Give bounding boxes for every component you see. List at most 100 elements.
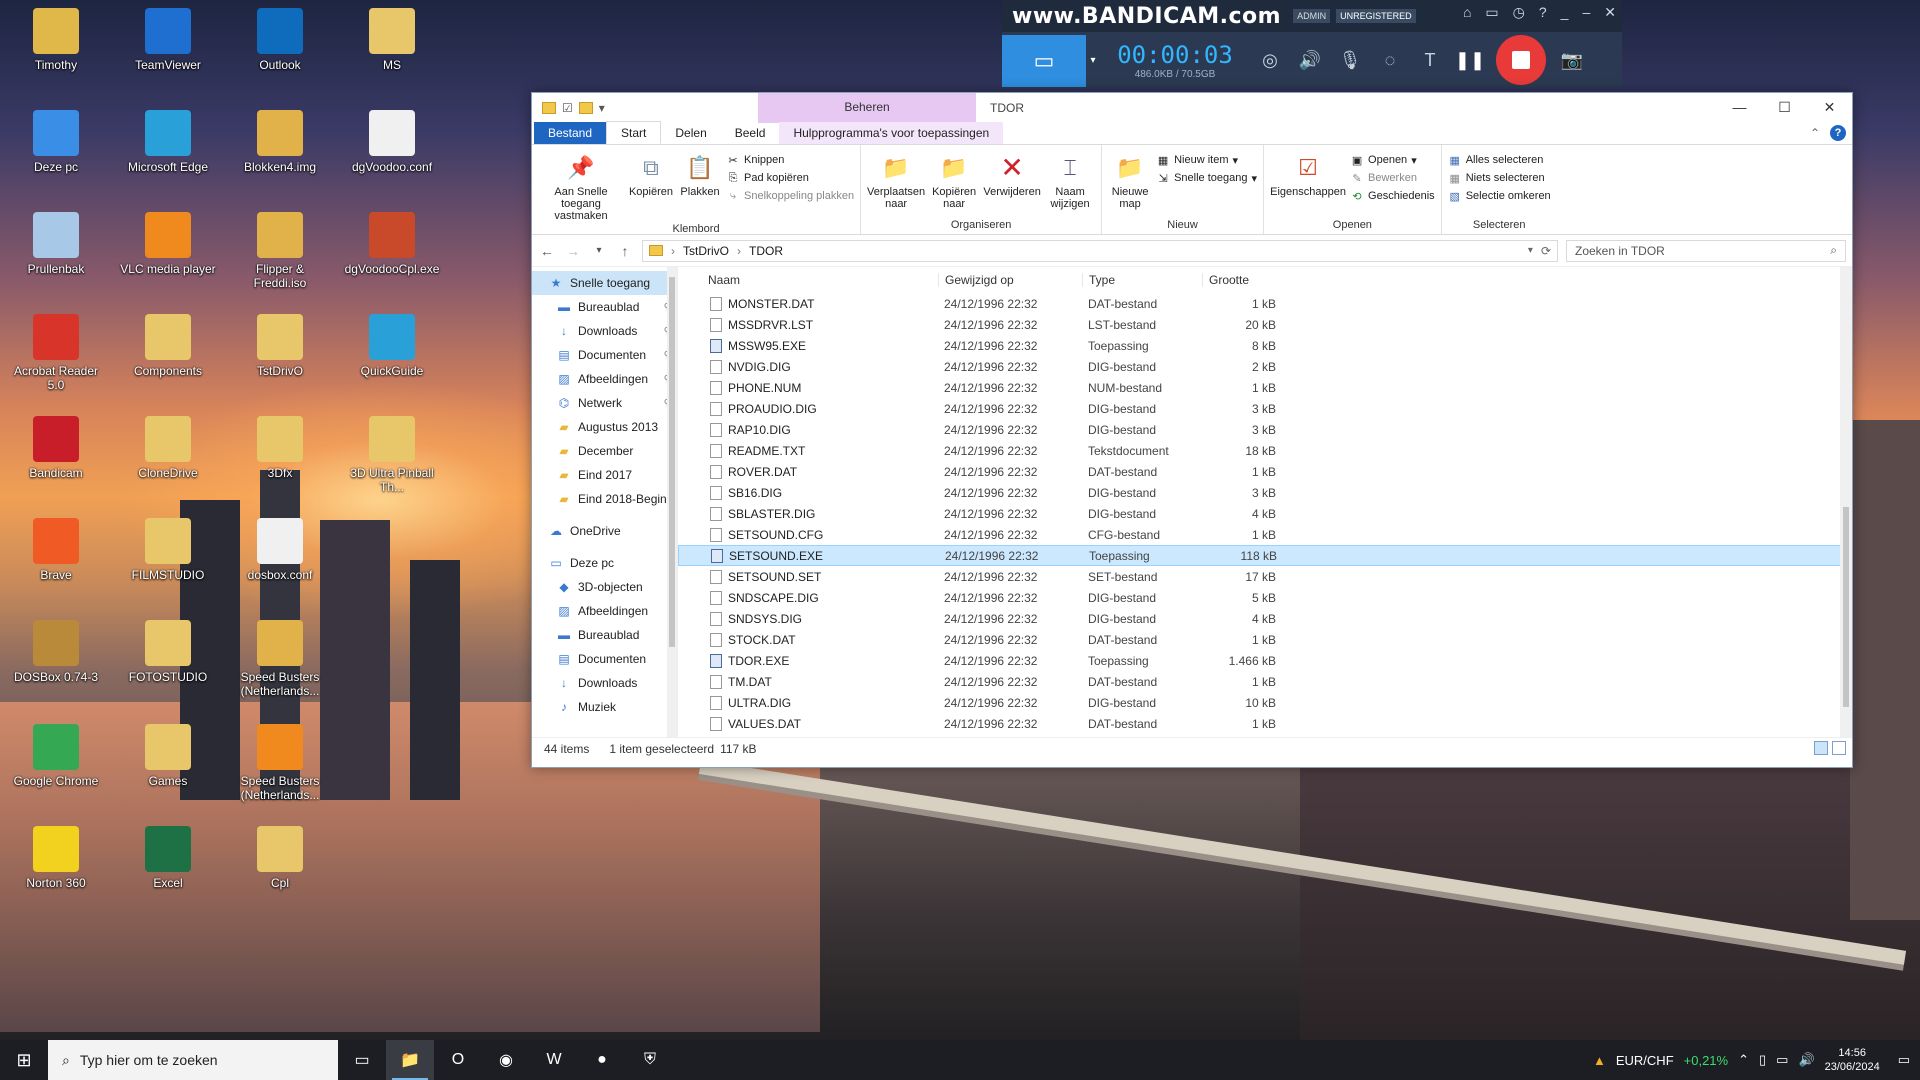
file-row[interactable]: VALUES.DAT 24/12/1996 22:32 DAT-bestand 1 k… [678,713,1852,734]
desktop-shortcut[interactable]: Games [118,724,218,788]
nav-item[interactable]: ▭ Deze pc [532,551,677,575]
desktop-shortcut[interactable]: FILMSTUDIO [118,518,218,582]
back-arrow-icon[interactable]: ← [538,243,556,259]
file-row[interactable]: TM.DAT 24/12/1996 22:32 DAT-bestand 1 kB [678,671,1852,692]
file-explorer-icon[interactable]: 📁 [386,1040,434,1080]
new-folder-button[interactable]: 📁 Nieuwe map [1108,149,1152,218]
file-row[interactable]: SETSOUND.CFG 24/12/1996 22:32 CFG-bestand 1… [678,524,1852,545]
scrollbar-thumb[interactable] [1843,507,1849,707]
properties-check-icon[interactable]: ☑ [562,101,573,115]
tab-start[interactable]: Start [606,121,662,144]
mode-dropdown[interactable]: ▾ [1086,55,1100,66]
invert-selection-button[interactable]: ▧ Selectie omkeren [1448,189,1550,203]
desktop-shortcut[interactable]: FOTOSTUDIO [118,620,218,684]
nav-item[interactable]: ◆ 3D-objecten [532,575,677,599]
details-view-icon[interactable] [1814,741,1828,755]
desktop-shortcut[interactable]: Bandicam [6,416,106,480]
file-row[interactable]: PROAUDIO.DIG 24/12/1996 22:32 DIG-bestand 3… [678,398,1852,419]
large-icons-view-icon[interactable] [1832,741,1846,755]
microphone-icon[interactable]: 🎙 [1330,50,1370,71]
nav-item[interactable]: ▰ December [532,439,677,463]
screen-mode-button[interactable]: ▭ [1002,35,1086,87]
taskbar-search-input[interactable]: ⌕ Typ hier om te zoeken [48,1040,338,1080]
new-folder-icon[interactable] [578,102,593,114]
up-arrow-icon[interactable]: ↑ [616,243,634,259]
desktop-shortcut[interactable]: dosbox.conf [230,518,330,582]
tab-bestand[interactable]: Bestand [534,122,607,144]
file-row[interactable]: PHONE.NUM 24/12/1996 22:32 NUM-bestand 1 kB [678,377,1852,398]
file-row[interactable]: SETSOUND.SET 24/12/1996 22:32 SET-bestand 1… [678,566,1852,587]
minimize-icon[interactable]: _ [1561,4,1569,21]
forward-arrow-icon[interactable]: → [564,243,582,259]
file-row[interactable]: NVDIG.DIG 24/12/1996 22:32 DIG-bestand 2 kB [678,356,1852,377]
file-row[interactable]: SBLASTER.DIG 24/12/1996 22:32 DIG-bestand 4… [678,503,1852,524]
easy-access-button[interactable]: ⇲ Snelle toegang ▾ [1156,171,1257,185]
desktop-shortcut[interactable]: VLC media player [118,212,218,276]
scrollbar-thumb[interactable] [669,277,675,647]
column-header-type[interactable]: Type [1082,273,1202,287]
battery-icon[interactable]: ▯ [1759,1052,1766,1068]
desktop-shortcut[interactable]: Flipper & Freddi.iso [230,212,330,290]
desktop-shortcut[interactable]: Timothy [6,8,106,72]
word-icon[interactable]: W [530,1040,578,1080]
outlook-icon[interactable]: O [434,1040,482,1080]
open-button[interactable]: ▣ Openen ▾ [1350,153,1435,167]
desktop-shortcut[interactable]: TeamViewer [118,8,218,72]
notifications-icon[interactable]: ▭ [1898,1052,1910,1068]
pin-quick-access-button[interactable]: 📌 Aan Snelle toegang vastmaken [538,149,624,223]
nav-item[interactable]: ▨ Afbeeldingen [532,599,677,623]
desktop-shortcut[interactable]: Outlook [230,8,330,72]
webcam-icon[interactable]: ◎ [1250,50,1290,71]
nav-item[interactable]: ▬Bureaublad⚲ [532,295,677,319]
file-row[interactable]: README.TXT 24/12/1996 22:32 Tekstdocument 1… [678,440,1852,461]
stock-ticker-icon[interactable]: ▲ [1593,1053,1606,1068]
file-row[interactable]: MSSDRVR.LST 24/12/1996 22:32 LST-bestand 20… [678,314,1852,335]
minimize-all-icon[interactable]: – [1582,4,1590,21]
delete-button[interactable]: ✕ Verwijderen [983,149,1041,218]
paste-button[interactable]: 📋 Plakken [678,149,722,222]
help-icon[interactable]: ? [1539,4,1547,21]
navigation-scrollbar[interactable] [667,267,677,737]
column-header-size[interactable]: Grootte [1202,273,1282,287]
column-header-name[interactable]: Naam [678,273,938,287]
file-row[interactable]: STOCK.DAT 24/12/1996 22:32 DAT-bestand 1 kB [678,629,1852,650]
help-icon[interactable]: ? [1830,125,1846,141]
desktop-shortcut[interactable]: Speed Busters (Netherlands... [230,724,330,802]
nav-item[interactable]: ▨Afbeeldingen⚲ [532,367,677,391]
desktop-shortcut[interactable]: CloneDrive [118,416,218,480]
nav-item[interactable]: ♪ Muziek [532,695,677,719]
desktop-shortcut[interactable]: Speed Busters (Netherlands... [230,620,330,698]
security-shield-icon[interactable]: ⛨ [626,1040,674,1080]
copy-button[interactable]: ⧉ Kopiëren [628,149,674,222]
file-row[interactable]: SETSOUND.EXE 24/12/1996 22:32 Toepassing 11… [678,545,1852,566]
desktop-shortcut[interactable]: Blokken4.img [230,110,330,174]
close-icon[interactable]: ✕ [1604,4,1616,21]
search-input[interactable]: Zoeken in TDOR ⌕ [1566,239,1846,262]
file-row[interactable]: SNDSYS.DIG 24/12/1996 22:32 DIG-bestand 4 k… [678,608,1852,629]
speaker-icon[interactable]: 🔊 [1290,50,1330,71]
desktop-shortcut[interactable]: QuickGuide [342,314,442,378]
file-row[interactable]: SB16.DIG 24/12/1996 22:32 DIG-bestand 3 kB [678,482,1852,503]
desktop-shortcut[interactable]: TstDrivO [230,314,330,378]
paste-shortcut-button[interactable]: ⤷ Snelkoppeling plakken [726,189,854,203]
desktop-shortcut[interactable]: Deze pc [6,110,106,174]
file-list-scrollbar[interactable] [1840,267,1852,737]
nav-item[interactable]: ↓Downloads⚲ [532,319,677,343]
recent-locations-icon[interactable]: ▾ [590,245,608,256]
nav-item[interactable]: ▤Documenten⚲ [532,343,677,367]
network-icon[interactable]: ▭ [1776,1052,1788,1068]
close-button[interactable]: ✕ [1807,93,1852,123]
desktop-shortcut[interactable]: dgVoodoo.conf [342,110,442,174]
address-bar[interactable]: › TstDrivO › TDOR ▾ ⟳ [642,239,1558,262]
ticker-label[interactable]: EUR/CHF [1616,1053,1674,1068]
desktop-shortcut[interactable]: Microsoft Edge [118,110,218,174]
copy-to-button[interactable]: 📁 Kopiëren naar [929,149,979,218]
mouse-effect-icon[interactable]: ◌ [1370,50,1410,71]
qat-dropdown-icon[interactable]: ▾ [599,101,605,115]
nav-item[interactable]: ▰ Augustus 2013 [532,415,677,439]
nav-item[interactable]: ☁ OneDrive [532,519,677,543]
pause-button[interactable]: ❚❚ [1450,50,1490,71]
nav-item[interactable]: ▰ Eind 2018-Begin 2 [532,487,677,511]
nav-item[interactable]: ★ Snelle toegang [532,271,677,295]
file-row[interactable]: RAP10.DIG 24/12/1996 22:32 DIG-bestand 3 kB [678,419,1852,440]
